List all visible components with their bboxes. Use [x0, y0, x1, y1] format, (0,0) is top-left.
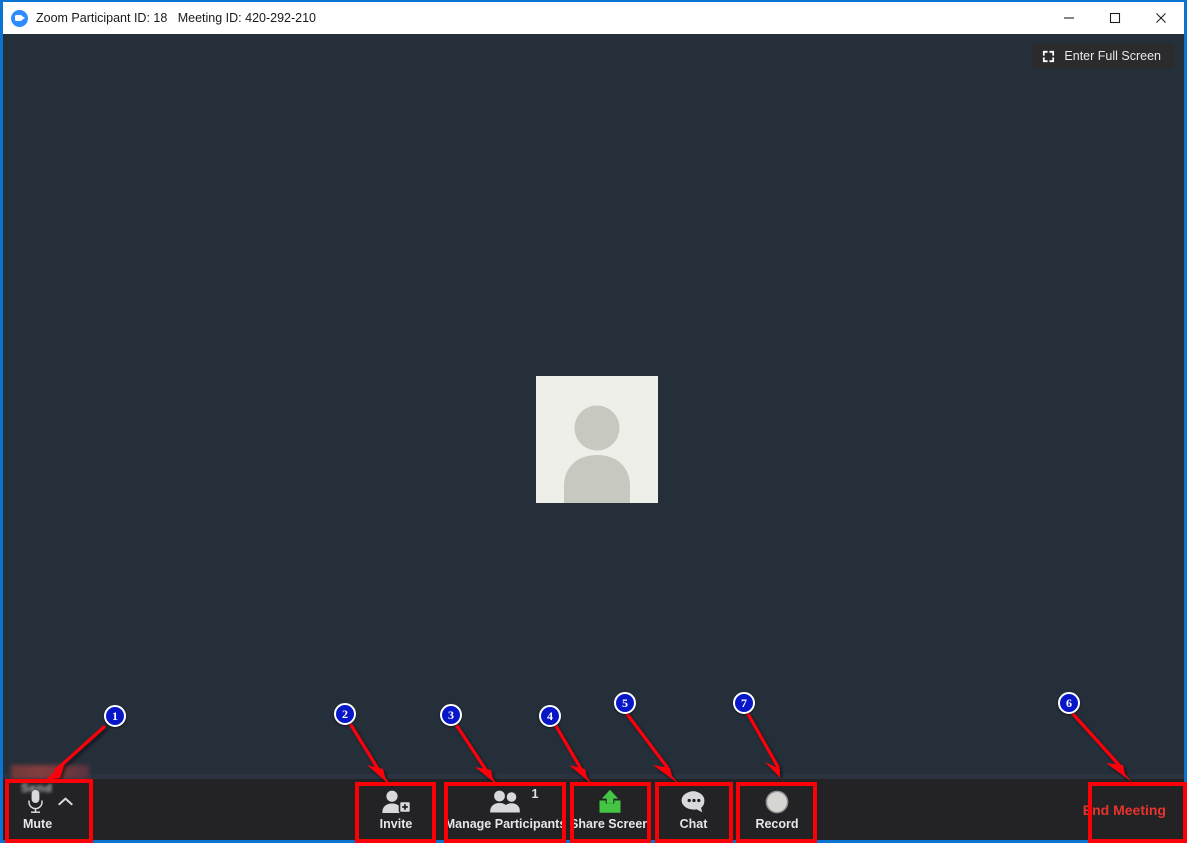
- participant-avatar: [536, 376, 658, 503]
- chat-bubble-icon: [680, 788, 708, 815]
- manage-participants-button[interactable]: 1 Manage Participants: [444, 779, 567, 840]
- window-title: Zoom Participant ID: 18 Meeting ID: 420-…: [36, 11, 317, 25]
- share-screen-icon: [596, 788, 624, 815]
- end-meeting-label: End Meeting: [1082, 801, 1166, 818]
- mute-icon-row: [8, 788, 91, 815]
- manage-participants-label: Manage Participants: [444, 817, 567, 832]
- minimize-button[interactable]: [1046, 2, 1092, 34]
- end-meeting-button[interactable]: End Meeting: [1073, 779, 1176, 840]
- meeting-toolbar: Send Mute Invite 1 Manage Participants S…: [3, 765, 1184, 840]
- chevron-up-icon[interactable]: [58, 797, 73, 806]
- people-icon: [489, 790, 520, 813]
- share-screen-button[interactable]: Share Screen: [569, 779, 651, 840]
- close-button[interactable]: [1138, 2, 1184, 34]
- window-controls: [1046, 2, 1184, 34]
- participant-count-badge: 1: [531, 787, 539, 802]
- window-titlebar: Zoom Participant ID: 18 Meeting ID: 420-…: [3, 2, 1184, 34]
- record-button[interactable]: Record: [737, 779, 817, 840]
- chat-label: Chat: [679, 817, 708, 832]
- titlebar-left-group: Zoom Participant ID: 18 Meeting ID: 420-…: [3, 2, 1046, 34]
- zoom-meeting-window: Zoom Participant ID: 18 Meeting ID: 420-…: [0, 0, 1187, 843]
- enter-full-screen-button[interactable]: Enter Full Screen: [1032, 43, 1174, 69]
- toolbar-inner: Send Mute Invite 1 Manage Participants S…: [3, 765, 1184, 840]
- manage-icon-wrap: 1: [489, 787, 539, 815]
- record-circle-icon: [764, 788, 790, 815]
- mute-button[interactable]: Mute: [8, 779, 91, 840]
- person-add-icon: [381, 788, 411, 815]
- avatar-silhouette-icon: [536, 376, 658, 503]
- share-screen-label: Share Screen: [570, 817, 650, 832]
- maximize-button[interactable]: [1092, 2, 1138, 34]
- enter-full-screen-label: Enter Full Screen: [1064, 49, 1161, 63]
- video-stage: Enter Full Screen: [3, 34, 1184, 774]
- invite-label: Invite: [379, 817, 413, 832]
- redacted-region: [11, 765, 89, 779]
- expand-icon: [1043, 50, 1055, 62]
- invite-button[interactable]: Invite: [358, 779, 434, 840]
- zoom-logo-icon: [11, 9, 28, 27]
- mute-label: Mute: [23, 817, 53, 832]
- chat-button[interactable]: Chat: [656, 779, 731, 840]
- microphone-icon: [28, 789, 43, 813]
- record-label: Record: [755, 817, 799, 832]
